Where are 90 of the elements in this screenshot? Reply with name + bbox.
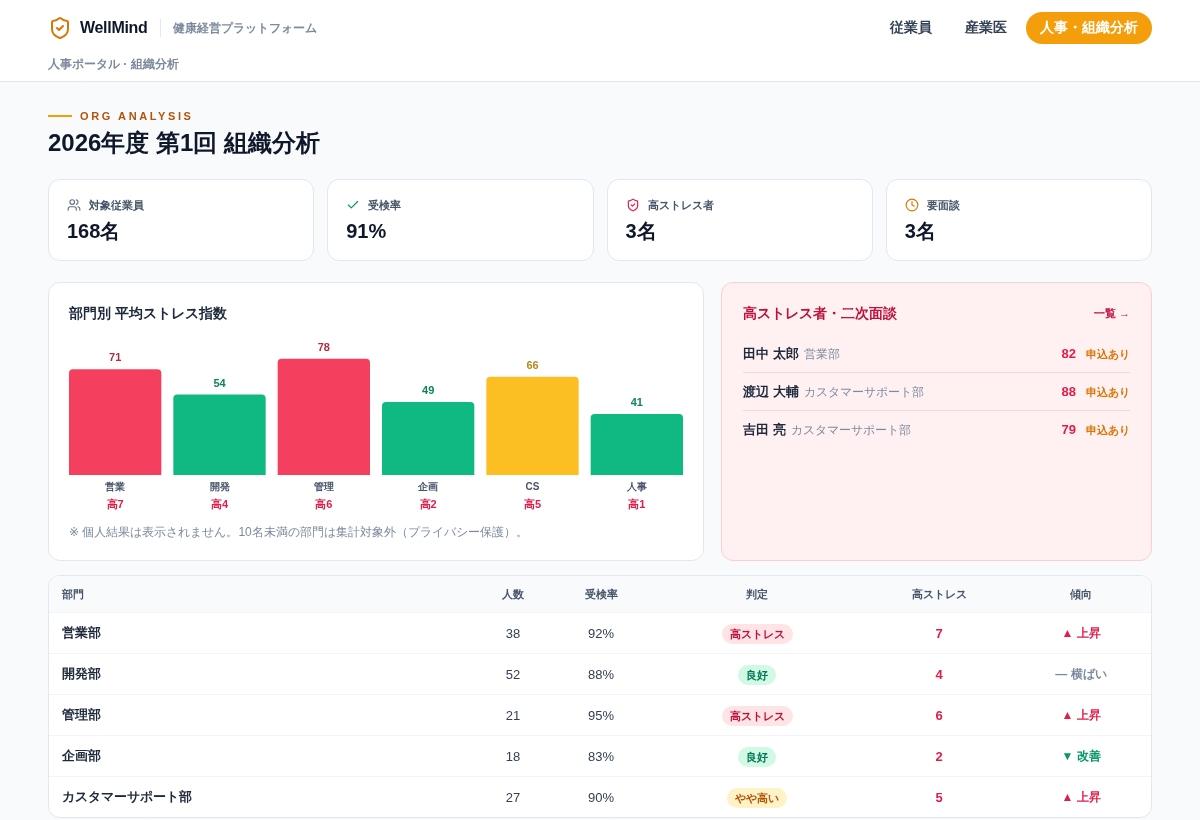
people-icon xyxy=(67,198,81,212)
column-header: 受検率 xyxy=(584,586,618,602)
bar-category-label: 開発 xyxy=(209,481,230,492)
table-cell-text: 管理部 xyxy=(61,706,101,724)
person-name: 渡辺 大輔 xyxy=(743,382,799,401)
stat-value: 3名 xyxy=(904,219,937,244)
table-cell: 27 xyxy=(505,789,521,805)
table-cell: 88% xyxy=(588,666,614,682)
table-cell: 2 xyxy=(935,748,943,764)
table-cell: 18 xyxy=(505,748,521,764)
shield-check-icon xyxy=(625,198,640,212)
chart-footnote: ※ 個人結果は表示されません。10名未満の部門は集計対象外（プライバシー保護）。 xyxy=(69,524,529,540)
bar-category-label: 人事 xyxy=(626,481,647,492)
bar-note: 高2 xyxy=(419,498,437,510)
table-cell: 38 xyxy=(505,625,521,641)
column-header: 傾向 xyxy=(1070,586,1092,602)
column-header: 高ストレス xyxy=(911,586,967,602)
table-cell: 21 xyxy=(505,707,521,723)
shield-check-logo-icon xyxy=(48,16,72,40)
verdict-tag: 良好 xyxy=(738,665,776,685)
table-cell: 83% xyxy=(588,748,614,764)
person-department: カスタマーサポート部 xyxy=(803,383,924,401)
table-cell: 6 xyxy=(935,707,943,723)
bar-note: 高4 xyxy=(210,498,229,510)
table-cell: 4 xyxy=(935,666,943,682)
table-cell: 5 xyxy=(935,789,943,805)
interview-status: 申込あり xyxy=(1086,384,1130,400)
nav-tab[interactable]: 従業員 xyxy=(876,12,946,44)
person-name: 田中 太郎 xyxy=(743,344,799,363)
verdict-tag: やや高い xyxy=(727,788,787,808)
table-cell-text: カスタマーサポート部 xyxy=(61,788,192,806)
view-all-link[interactable]: 一覧 → xyxy=(1093,305,1130,321)
bar-note: 高1 xyxy=(628,498,646,510)
verdict-tag: 高ストレス xyxy=(721,706,793,726)
stat-value: 91% xyxy=(346,219,388,244)
bar-value-label: 49 xyxy=(422,384,435,396)
table-cell: 92% xyxy=(588,625,614,641)
section-eyebrow: ORG ANALYSIS xyxy=(80,109,194,124)
trend-label: — 横ばい xyxy=(1055,665,1107,683)
table-cell: 90% xyxy=(588,789,614,805)
interview-status: 申込あり xyxy=(1086,423,1130,438)
stress-score: 82 xyxy=(1061,345,1076,361)
trend-label: ▲ 上昇 xyxy=(1061,624,1101,642)
clock-icon xyxy=(904,198,919,212)
bar-category-label: 営業 xyxy=(105,481,126,492)
table-cell: 52 xyxy=(505,666,521,682)
stress-score: 79 xyxy=(1061,422,1076,437)
table-cell-text: 営業部 xyxy=(61,624,101,642)
trend-label: ▼ 改善 xyxy=(1061,747,1101,765)
nav-tab[interactable]: 産業医 xyxy=(951,12,1021,44)
bar-value-label: 78 xyxy=(317,340,330,353)
stat-label: 要面談 xyxy=(926,197,960,213)
interview-status: 申込あり xyxy=(1086,346,1130,362)
stat-label: 受検率 xyxy=(368,197,402,213)
bar-value-label: 71 xyxy=(109,351,122,364)
stat-label: 高ストレス者 xyxy=(647,197,714,213)
bar-category-label: 管理 xyxy=(313,481,334,492)
page-title: 2026年度 第1回 組織分析 xyxy=(48,128,322,158)
brand-name: WellMind xyxy=(80,19,148,37)
table-cell: 7 xyxy=(935,625,943,641)
table-cell: 95% xyxy=(588,707,614,723)
person-department: 営業部 xyxy=(803,345,840,363)
bar-value-label: 66 xyxy=(526,358,539,371)
column-header: 部門 xyxy=(61,586,84,602)
bar-value-label: 54 xyxy=(213,376,226,389)
breadcrumb: 人事ポータル · 組織分析 xyxy=(48,56,180,73)
verdict-tag: 良好 xyxy=(738,747,776,767)
trend-label: ▲ 上昇 xyxy=(1061,706,1101,724)
bar-value-label: 41 xyxy=(630,395,643,408)
bar-category-label: 企画 xyxy=(418,481,439,492)
column-header: 判定 xyxy=(746,586,768,602)
verdict-tag: 高ストレス xyxy=(721,624,793,644)
bar-note: 高7 xyxy=(106,498,124,510)
trend-label: ▲ 上昇 xyxy=(1061,788,1101,806)
panel-title: 高ストレス者・二次面談 xyxy=(743,304,897,323)
bar-category-label: CS xyxy=(525,481,540,492)
table-cell-text: 企画部 xyxy=(61,747,101,765)
column-header: 人数 xyxy=(502,586,524,602)
stat-value: 168名 xyxy=(67,219,122,244)
stress-score: 88 xyxy=(1061,383,1076,399)
person-name: 吉田 亮 xyxy=(743,421,786,439)
table-cell-text: 開発部 xyxy=(61,665,101,683)
stat-value: 3名 xyxy=(625,219,658,244)
brand-tagline: 健康経営プラットフォーム xyxy=(172,19,317,37)
person-department: カスタマーサポート部 xyxy=(790,422,911,439)
chart-title: 部門別 平均ストレス指数 xyxy=(69,304,228,323)
check-icon xyxy=(346,198,361,212)
bar-note: 高6 xyxy=(315,498,333,510)
bar-note: 高5 xyxy=(523,498,542,510)
stat-label: 対象従業員 xyxy=(89,197,144,213)
